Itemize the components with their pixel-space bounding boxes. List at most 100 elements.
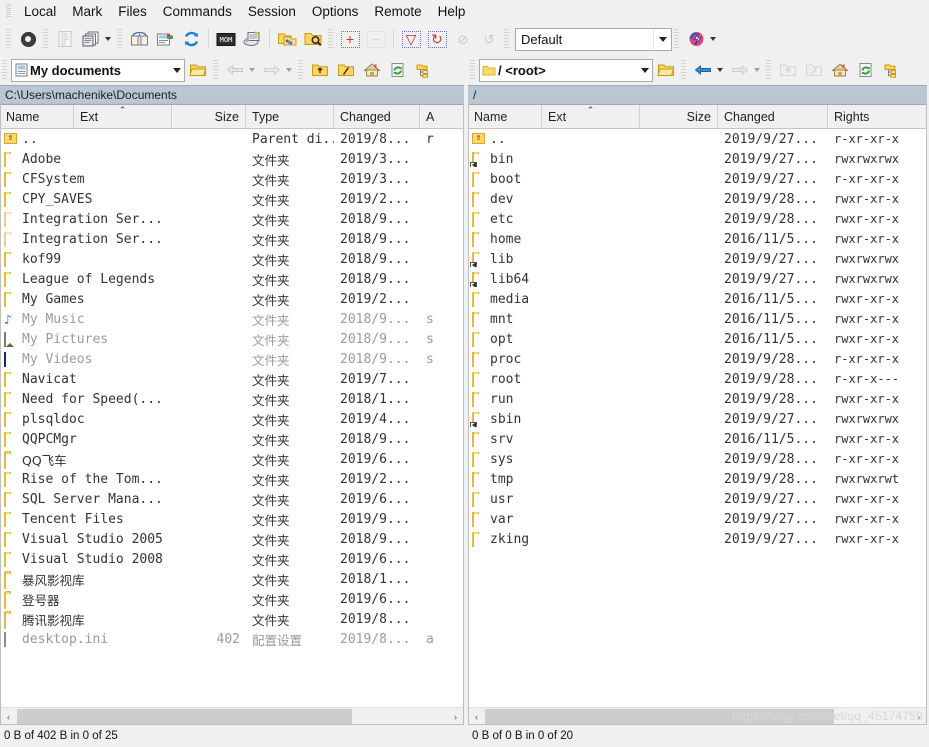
table-row[interactable]: My Pictures 文件夹 2018/9... s [0,329,464,349]
new-session-icon[interactable] [152,26,178,52]
remote-forward-caret[interactable] [754,68,760,72]
local-path-bar[interactable]: C:\Users\machenike\Documents [0,85,464,105]
table-row[interactable]: kof99 文件夹 2018/9... [0,249,464,269]
funnel-icon[interactable]: ▽ [398,26,424,52]
local-column-ext[interactable]: ⌃ Ext [74,105,172,128]
toolbar-grip-3[interactable] [117,29,122,49]
local-scroll-left-button[interactable]: ‹ [0,708,17,725]
table-row[interactable]: media 2016/11/5... rwxr-xr-x [468,289,927,309]
local-column-type[interactable]: Type [246,105,334,128]
remote-nav-grip-2[interactable] [681,60,686,80]
find-files-icon[interactable] [300,26,326,52]
table-row[interactable]: Adobe 文件夹 2019/3... [0,149,464,169]
table-row[interactable]: Rise of the Tom... 文件夹 2019/2... [0,469,464,489]
toolbar-grip-1[interactable] [6,29,11,49]
table-row[interactable]: Tencent Files 文件夹 2019/9... [0,509,464,529]
menu-help[interactable]: Help [430,3,474,20]
remote-home-icon[interactable] [827,57,853,83]
table-row[interactable]: Integration Ser... 文件夹 2018/9... [0,229,464,249]
table-row[interactable]: dev 2019/9/28... rwxr-xr-x [468,189,927,209]
table-row[interactable]: Visual Studio 2005 文件夹 2018/9... [0,529,464,549]
local-forward-icon[interactable] [259,57,285,83]
table-row[interactable]: zking 2019/9/27... rwxr-xr-x [468,529,927,549]
remote-scroll-left-button[interactable]: ‹ [468,708,485,725]
table-row[interactable]: boot 2019/9/27... r-xr-xr-x [468,169,927,189]
remote-horizontal-scrollbar[interactable]: ‹ › [468,707,927,725]
session-dropdown-caret[interactable] [710,37,716,41]
table-row[interactable]: opt 2016/11/5... rwxr-xr-x [468,329,927,349]
table-row[interactable]: tmp 2019/9/28... rwxrwxrwt [468,469,927,489]
toolbar-grip-6[interactable] [674,29,679,49]
local-nav-grip[interactable] [2,60,7,80]
menu-files[interactable]: Files [110,3,155,20]
remote-column-name[interactable]: Name [468,105,542,128]
remote-file-list[interactable]: ⇧.. 2019/9/27... r-xr-xr-x bin 2019/9/27... r… [468,129,927,707]
local-horizontal-scrollbar[interactable]: ‹ › [0,707,464,725]
reload-circle-icon[interactable]: ↺ [476,26,502,52]
local-column-changed[interactable]: Changed [334,105,420,128]
table-row[interactable]: CPY_SAVES 文件夹 2019/2... [0,189,464,209]
local-drive-combo[interactable]: My documents [11,58,185,82]
local-file-list[interactable]: ⇧.. Parent di... 2019/8... r Adobe 文件夹 2019/3.… [0,129,464,707]
menu-mark[interactable]: Mark [64,3,110,20]
remote-directory-caret[interactable] [637,67,652,73]
sync-folders-icon[interactable] [274,26,300,52]
plus-icon[interactable]: + [337,26,363,52]
toolbar-grip-4[interactable] [328,29,333,49]
no-entry-icon[interactable]: ⊘ [450,26,476,52]
table-row[interactable]: home 2016/11/5... rwxr-xr-x [468,229,927,249]
gear-icon[interactable] [15,26,41,52]
table-row[interactable]: ⇧.. Parent di... 2019/8... r [0,129,464,149]
local-scroll-right-button[interactable]: › [447,708,464,725]
remote-directory-combo[interactable]: / <root> [479,58,653,82]
remote-nav-grip-3[interactable] [766,60,771,80]
toolbar-grip-2[interactable] [43,29,48,49]
table-row[interactable]: ⇧.. 2019/9/27... r-xr-xr-x [468,129,927,149]
remote-nav-grip[interactable] [470,60,475,80]
table-row[interactable]: My Videos 文件夹 2018/9... s [0,349,464,369]
table-row[interactable]: Navicat 文件夹 2019/7... [0,369,464,389]
local-scroll-track[interactable] [17,708,447,725]
table-row[interactable]: Visual Studio 2008 文件夹 2019/6... [0,549,464,569]
table-row[interactable]: Need for Speed(... 文件夹 2018/1... [0,389,464,409]
menu-options[interactable]: Options [304,3,367,20]
table-row[interactable]: League of Legends 文件夹 2018/9... [0,269,464,289]
remote-scroll-thumb[interactable] [485,709,834,724]
minus-icon[interactable]: − [363,26,389,52]
table-row[interactable]: sys 2019/9/28... r-xr-xr-x [468,449,927,469]
local-column-size[interactable]: Size [172,105,246,128]
remote-column-ext[interactable]: ⌃ Ext [542,105,640,128]
open-session-icon[interactable] [126,26,152,52]
table-row[interactable]: lib64 2019/9/27... rwxrwxrwx [468,269,927,289]
table-row[interactable]: My Games 文件夹 2019/2... [0,289,464,309]
remote-column-size[interactable]: Size [640,105,718,128]
local-column-attributes[interactable]: A [420,105,464,128]
winscp-session-icon[interactable] [683,26,709,52]
remote-scroll-track[interactable] [485,708,910,725]
remote-refresh-icon[interactable] [853,57,879,83]
refresh-icon[interactable]: ↻ [424,26,450,52]
remote-forward-icon[interactable] [727,57,753,83]
menu-local[interactable]: Local [16,3,64,20]
remote-root-directory-icon[interactable] [801,57,827,83]
remote-path-bar[interactable]: / [468,85,927,105]
remote-column-changed[interactable]: Changed [718,105,828,128]
table-row[interactable]: Integration Ser... 文件夹 2018/9... [0,209,464,229]
table-row[interactable]: 登号器 文件夹 2019/6... [0,589,464,609]
remote-back-caret[interactable] [717,68,723,72]
table-row[interactable]: desktop.ini 402 配置设置 2019/8... a [0,629,464,649]
menu-session[interactable]: Session [240,3,304,20]
remote-back-icon[interactable] [690,57,716,83]
table-row[interactable]: ♪ My Music 文件夹 2018/9... s [0,309,464,329]
color-preset-combo[interactable]: Default [515,27,672,51]
table-row[interactable]: CFSystem 文件夹 2019/3... [0,169,464,189]
menu-commands[interactable]: Commands [155,3,240,20]
table-row[interactable]: run 2019/9/28... rwxr-xr-x [468,389,927,409]
table-row[interactable]: 腾讯影视库 文件夹 2019/8... [0,609,464,629]
local-home-icon[interactable] [359,57,385,83]
table-row[interactable]: srv 2016/11/5... rwxr-xr-x [468,429,927,449]
local-drive-caret[interactable] [169,67,184,73]
local-nav-grip-2[interactable] [213,60,218,80]
console-icon[interactable]: MOM [213,26,239,52]
menu-remote[interactable]: Remote [366,3,429,20]
